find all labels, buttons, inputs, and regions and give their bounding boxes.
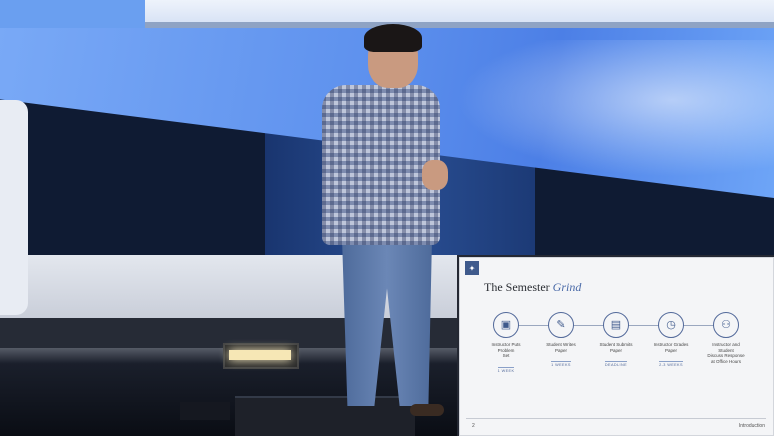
step-1-text: Instructor Puts Problem Set xyxy=(491,342,521,358)
people-icon: ⚇ xyxy=(713,312,739,338)
presenter-icon: ▣ xyxy=(493,312,519,338)
step-3-tag: DEADLINE xyxy=(604,361,628,367)
step-2: ✎ Student Writes Paper 1 WEEKS xyxy=(533,312,589,371)
slide-inset: ✦ The Semester Grind ▣ Instructor Puts P… xyxy=(459,257,774,436)
stage-equipment xyxy=(180,402,230,420)
step-3: ▤ Student Submits Paper DEADLINE xyxy=(588,312,644,371)
stage-monitor xyxy=(235,396,415,436)
slide-section-label: Introduction xyxy=(738,423,765,429)
slide-footer-rule xyxy=(466,418,766,419)
step-3-text: Student Submits Paper xyxy=(599,342,633,353)
step-1: ▣ Instructor Puts Problem Set 1 WEEK xyxy=(478,312,534,377)
clock-icon: ◷ xyxy=(658,312,684,338)
logo-icon: ✦ xyxy=(465,261,479,275)
slide-title: The Semester Grind xyxy=(484,280,581,295)
presenter-shoe xyxy=(410,404,444,416)
step-2-text: Student Writes Paper xyxy=(546,342,576,353)
stage-prop xyxy=(0,100,28,315)
step-5: ⚇ Instructor and Student Discuss Respons… xyxy=(698,312,754,364)
stage-light xyxy=(223,343,299,369)
step-2-tag: 1 WEEKS xyxy=(551,361,571,367)
pencil-icon: ✎ xyxy=(548,312,574,338)
step-4-text: Instructor Grades Paper xyxy=(653,342,689,353)
slide-title-main: The Semester xyxy=(484,280,550,294)
step-1-tag: 1 WEEK xyxy=(497,366,515,373)
screen-glow xyxy=(420,40,774,190)
presenter-shirt xyxy=(322,85,440,245)
projection-screen-top xyxy=(145,0,774,24)
step-4-tag: 2-3 WEEKS xyxy=(659,361,683,367)
slide-page-number: 2 xyxy=(472,423,475,429)
presenter-hand xyxy=(422,160,448,190)
step-4: ◷ Instructor Grades Paper 2-3 WEEKS xyxy=(643,312,699,371)
presenter-hair xyxy=(364,24,422,52)
step-5-text: Instructor and Student Discuss Response … xyxy=(707,342,745,364)
document-icon: ▤ xyxy=(603,312,629,338)
slide-title-accent: Grind xyxy=(552,280,582,294)
